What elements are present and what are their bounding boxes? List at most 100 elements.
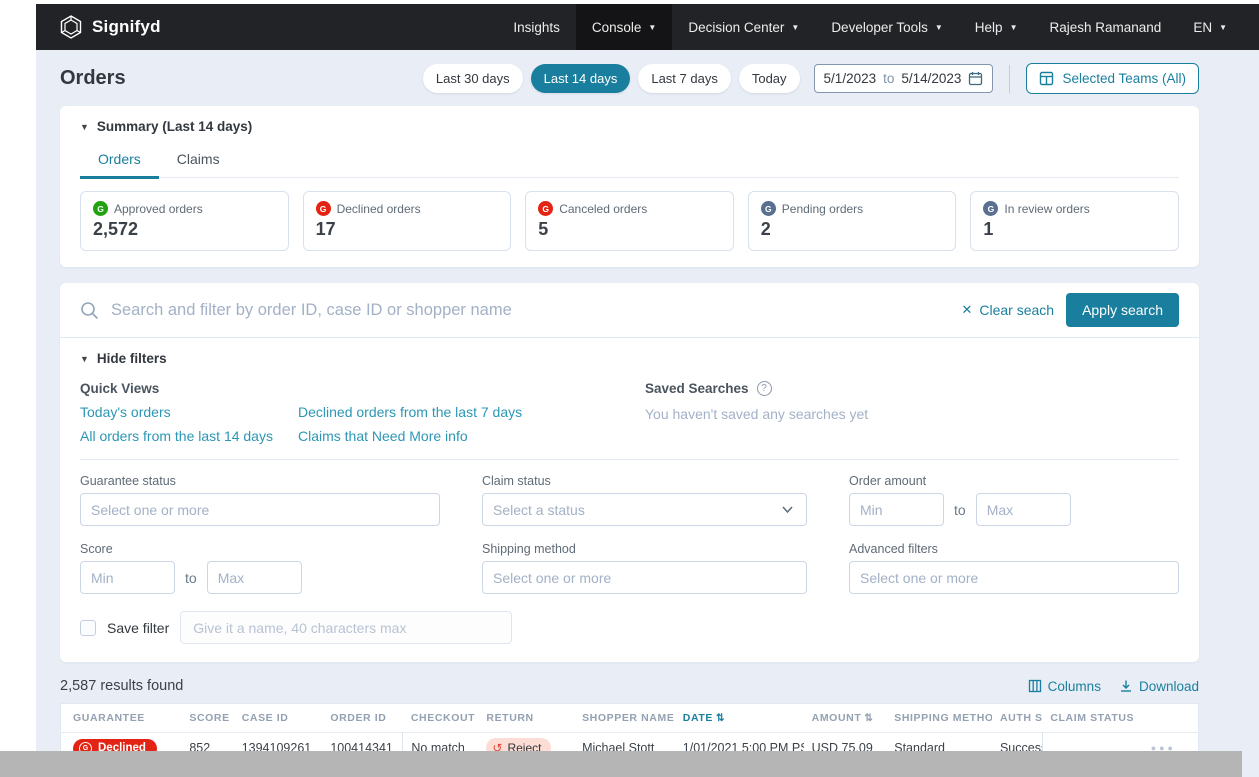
save-filter-label: Save filter: [107, 620, 169, 636]
nav-item-console[interactable]: Console▼: [576, 4, 672, 50]
advanced-filters-input[interactable]: [849, 561, 1179, 594]
quick-view-claims-need-info[interactable]: Claims that Need More info: [298, 428, 645, 444]
apply-search-button[interactable]: Apply search: [1066, 293, 1179, 327]
range-last-7-days-button[interactable]: Last 7 days: [638, 64, 731, 93]
clear-search-button[interactable]: ✕ Clear seach: [961, 302, 1054, 318]
quick-view-declined-7-days[interactable]: Declined orders from the last 7 days: [298, 404, 645, 420]
quick-views-section: Quick Views Today's orders Declined orde…: [80, 381, 645, 444]
col-header-amount-sort[interactable]: AMOUNT⇅: [804, 704, 887, 733]
logo-wordmark: Signifyd: [92, 17, 161, 37]
advanced-filters-field: Advanced filters: [849, 542, 1179, 594]
score-field: Score to: [80, 542, 440, 594]
download-icon: [1119, 679, 1133, 693]
score-label: Score: [80, 542, 440, 556]
summary-tabs: Orders Claims: [80, 144, 1179, 178]
search-icon: [80, 301, 99, 320]
declined-orders-count: 17: [316, 219, 499, 240]
date-to-value[interactable]: 5/14/2023: [901, 71, 961, 86]
nav-item-developer-tools[interactable]: Developer Tools▼: [815, 4, 958, 50]
main-content: Orders Last 30 days Last 14 days Last 7 …: [36, 50, 1259, 777]
guarantee-status-input[interactable]: [80, 493, 440, 526]
columns-icon: [1028, 679, 1042, 693]
guarantee-inreview-icon: G: [983, 201, 998, 216]
sort-icon: ⇅: [864, 713, 873, 724]
horizontal-scrollbar[interactable]: [0, 751, 1242, 777]
order-amount-min-input[interactable]: [849, 493, 944, 526]
range-today-button[interactable]: Today: [739, 64, 800, 93]
top-navbar: Signifyd Insights Console▼ Decision Cent…: [36, 4, 1259, 50]
col-header-return[interactable]: RETURN: [478, 704, 574, 733]
columns-button[interactable]: Columns: [1028, 679, 1101, 694]
date-from-value[interactable]: 5/1/2023: [824, 71, 877, 86]
header-divider: [1009, 65, 1010, 93]
summary-collapse-toggle[interactable]: ▼ Summary (Last 14 days): [80, 119, 1179, 134]
stat-card-in-review-orders[interactable]: GIn review orders 1: [970, 191, 1179, 251]
date-range-picker[interactable]: 5/1/2023 to 5/14/2023: [814, 64, 994, 93]
teams-grid-icon: [1039, 71, 1054, 86]
col-header-order-id[interactable]: ORDER ID: [322, 704, 403, 733]
stat-card-pending-orders[interactable]: GPending orders 2: [748, 191, 957, 251]
nav-item-decision-center[interactable]: Decision Center▼: [672, 4, 815, 50]
nav-item-help[interactable]: Help▼: [959, 4, 1034, 50]
date-range-controls: Last 30 days Last 14 days Last 7 days To…: [423, 63, 1199, 94]
col-header-checkout[interactable]: CHECKOUT: [403, 704, 479, 733]
help-question-icon[interactable]: ?: [757, 381, 772, 396]
results-count: 2,587 results found: [60, 678, 183, 694]
filter-grid: Guarantee status Claim status O: [80, 474, 1179, 594]
claim-status-field: Claim status: [482, 474, 807, 526]
app-window: Signifyd Insights Console▼ Decision Cent…: [36, 4, 1259, 777]
hide-filters-toggle[interactable]: ▼ Hide filters: [80, 351, 1179, 366]
tab-claims[interactable]: Claims: [159, 144, 238, 177]
col-header-case-id[interactable]: CASE ID: [234, 704, 323, 733]
pending-orders-count: 2: [761, 219, 944, 240]
stat-card-approved-orders[interactable]: GApproved orders 2,572: [80, 191, 289, 251]
nav-item-user[interactable]: Rajesh Ramanand: [1033, 4, 1177, 50]
chevron-down-icon: ▼: [935, 23, 943, 32]
col-header-claim-status[interactable]: CLAIM STATUS: [1042, 704, 1198, 733]
save-filter-name-input[interactable]: [180, 611, 512, 644]
saved-searches-section: Saved Searches ? You haven't saved any s…: [645, 381, 1179, 444]
tab-orders[interactable]: Orders: [80, 144, 159, 179]
download-button[interactable]: Download: [1119, 679, 1199, 694]
col-header-score[interactable]: SCORE: [181, 704, 233, 733]
score-min-input[interactable]: [80, 561, 175, 594]
guarantee-pending-icon: G: [761, 201, 776, 216]
shipping-method-input[interactable]: [482, 561, 807, 594]
col-header-shipping-method[interactable]: SHIPPING METHOD: [886, 704, 992, 733]
col-header-date-sort[interactable]: DATE⇅: [675, 704, 804, 733]
page-header: Orders Last 30 days Last 14 days Last 7 …: [60, 50, 1199, 106]
guarantee-approved-icon: G: [93, 201, 108, 216]
range-last-14-days-button[interactable]: Last 14 days: [531, 64, 631, 93]
claim-status-select[interactable]: [482, 493, 807, 526]
save-filter-row: Save filter: [80, 611, 1179, 644]
approved-orders-count: 2,572: [93, 219, 276, 240]
nav-item-language[interactable]: EN▼: [1177, 4, 1243, 50]
range-last-30-days-button[interactable]: Last 30 days: [423, 64, 523, 93]
score-to-word: to: [185, 570, 197, 586]
canceled-orders-count: 5: [538, 219, 721, 240]
search-input[interactable]: [111, 301, 949, 320]
table-header-row: GUARANTEE SCORE CASE ID ORDER ID CHECKOU…: [61, 704, 1199, 733]
order-amount-label: Order amount: [849, 474, 1179, 488]
shipping-method-label: Shipping method: [482, 542, 807, 556]
order-amount-max-input[interactable]: [976, 493, 1071, 526]
nav-item-insights[interactable]: Insights: [497, 4, 576, 50]
quick-view-all-orders-14-days[interactable]: All orders from the last 14 days: [80, 428, 298, 444]
stat-card-canceled-orders[interactable]: GCanceled orders 5: [525, 191, 734, 251]
score-max-input[interactable]: [207, 561, 302, 594]
col-header-auth-status[interactable]: AUTH S: [992, 704, 1042, 733]
chevron-down-icon: ▼: [1219, 23, 1227, 32]
save-filter-checkbox[interactable]: [80, 620, 96, 636]
stat-card-declined-orders[interactable]: GDeclined orders 17: [303, 191, 512, 251]
quick-view-todays-orders[interactable]: Today's orders: [80, 404, 298, 420]
filters-body: ▼ Hide filters Quick Views Today's order…: [60, 338, 1199, 662]
guarantee-status-label: Guarantee status: [80, 474, 440, 488]
close-icon: ✕: [961, 302, 972, 318]
signifyd-logo[interactable]: Signifyd: [58, 14, 161, 40]
shipping-method-field: Shipping method: [482, 542, 807, 594]
signifyd-hexagon-icon: [58, 14, 84, 40]
col-header-shopper-name[interactable]: SHOPPER NAME: [574, 704, 675, 733]
col-header-guarantee[interactable]: GUARANTEE: [61, 704, 182, 733]
claim-status-label: Claim status: [482, 474, 807, 488]
selected-teams-button[interactable]: Selected Teams (All): [1026, 63, 1199, 94]
